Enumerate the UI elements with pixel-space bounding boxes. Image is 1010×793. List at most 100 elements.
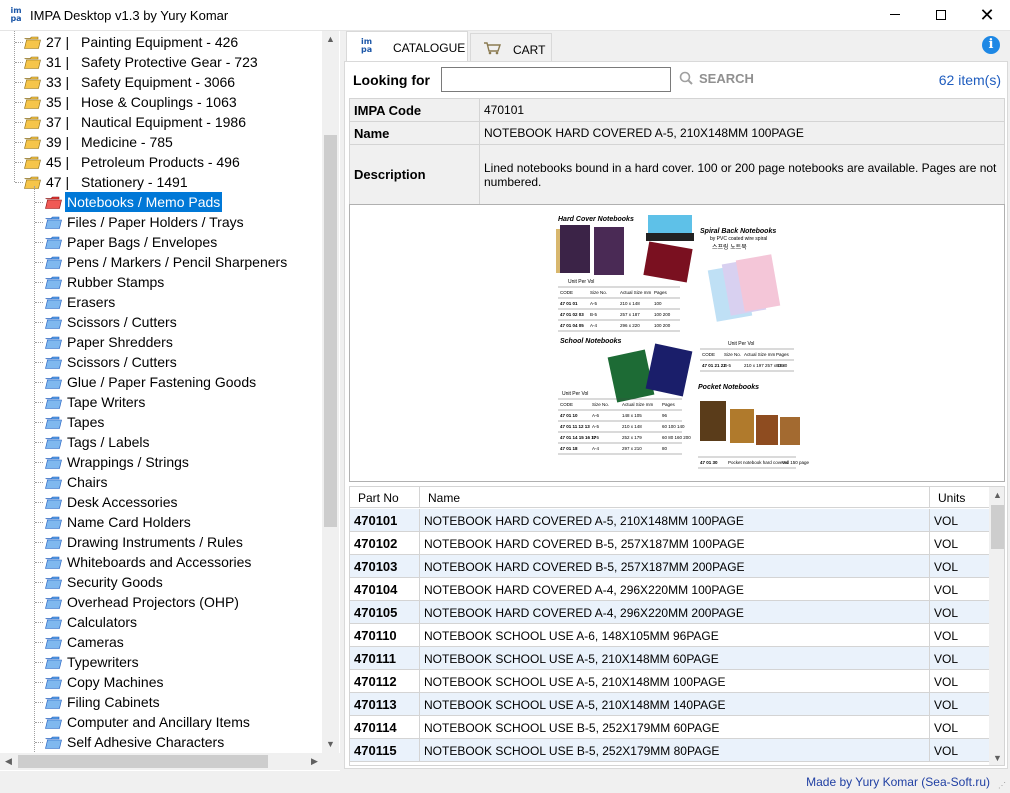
- scroll-thumb[interactable]: [991, 505, 1004, 549]
- category-tree[interactable]: 27 | Painting Equipment - 426 31 | Safety P…: [0, 31, 340, 771]
- table-row[interactable]: 470115 NOTEBOOK SCHOOL USE B-5, 252X179MM…: [350, 739, 989, 762]
- tree-node-subcategory[interactable]: Rubber Stamps: [0, 272, 320, 292]
- table-cell: 100 200: [654, 323, 671, 328]
- items-grid[interactable]: Part No Name Units 470101 NOTEBOOK HARD C…: [349, 486, 1005, 766]
- tree-node-subcategory[interactable]: Security Goods: [0, 572, 320, 592]
- scroll-right-arrow-icon[interactable]: ▶: [306, 753, 323, 770]
- tree-node-category[interactable]: 47 | Stationery - 1491: [0, 172, 320, 192]
- table-row[interactable]: 470104 NOTEBOOK HARD COVERED A-4, 296X220…: [350, 578, 989, 601]
- tree-horizontal-scrollbar[interactable]: ◀ ▶: [0, 753, 340, 770]
- tree-node-category[interactable]: 31 | Safety Protective Gear - 723: [0, 52, 320, 72]
- description-label: Description: [349, 144, 480, 205]
- part-no-cell: 470103: [354, 559, 398, 574]
- search-label: Looking for: [353, 72, 430, 88]
- tree-node-category[interactable]: 39 | Medicine - 785: [0, 132, 320, 152]
- name-cell: NOTEBOOK HARD COVERED A-5, 210X148MM 100…: [424, 514, 744, 528]
- tree-node-category[interactable]: 35 | Hose & Couplings - 1063: [0, 92, 320, 112]
- tree-node-subcategory[interactable]: Scissors / Cutters: [0, 312, 320, 332]
- tree-node-subcategory[interactable]: Computer and Ancillary Items: [0, 712, 320, 732]
- tree-vertical-scrollbar[interactable]: ▲ ▼: [322, 31, 339, 753]
- tree-node-subcategory[interactable]: Chairs: [0, 472, 320, 492]
- folder-icon: [45, 416, 62, 429]
- tree-node-subcategory[interactable]: Name Card Holders: [0, 512, 320, 532]
- tree-node-subcategory[interactable]: Drawing Instruments / Rules: [0, 532, 320, 552]
- scroll-up-arrow-icon[interactable]: ▲: [989, 487, 1004, 504]
- scroll-thumb[interactable]: [18, 755, 268, 768]
- column-header-part-no[interactable]: Part No: [358, 491, 399, 505]
- scroll-up-arrow-icon[interactable]: ▲: [322, 31, 339, 48]
- tree-node-subcategory[interactable]: Notebooks / Memo Pads: [0, 192, 320, 212]
- close-button[interactable]: ✕: [964, 0, 1010, 31]
- table-cell: 210 x 148: [620, 301, 640, 306]
- tree-node-category[interactable]: 27 | Painting Equipment - 426: [0, 32, 320, 52]
- tree-node-subcategory[interactable]: Typewriters: [0, 652, 320, 672]
- minimize-button[interactable]: [872, 0, 918, 31]
- tree-node-subcategory[interactable]: Filing Cabinets: [0, 692, 320, 712]
- tree-node-subcategory[interactable]: Cameras: [0, 632, 320, 652]
- table-row[interactable]: 470101 NOTEBOOK HARD COVERED A-5, 210X148…: [350, 509, 989, 532]
- tree-node-subcategory[interactable]: Copy Machines: [0, 672, 320, 692]
- column-separator: [929, 670, 930, 693]
- table-row[interactable]: 470105 NOTEBOOK HARD COVERED A-4, 296X220…: [350, 601, 989, 624]
- tree-node-subcategory[interactable]: Tags / Labels: [0, 432, 320, 452]
- subcategory-label: Erasers: [67, 294, 116, 310]
- tree-node-subcategory[interactable]: Glue / Paper Fastening Goods: [0, 372, 320, 392]
- table-header: Size No.: [592, 402, 609, 407]
- info-icon[interactable]: i: [982, 36, 1000, 54]
- folder-open-icon: [24, 156, 41, 169]
- tree-node-subcategory[interactable]: Whiteboards and Accessories: [0, 552, 320, 572]
- tree-node-subcategory[interactable]: Paper Shredders: [0, 332, 320, 352]
- column-separator: [419, 624, 420, 647]
- table-row[interactable]: 470111 NOTEBOOK SCHOOL USE A-5, 210X148MM…: [350, 647, 989, 670]
- table-row[interactable]: 470110 NOTEBOOK SCHOOL USE A-6, 148X105MM…: [350, 624, 989, 647]
- column-separator: [929, 532, 930, 555]
- table-cell: Pocket notebook hard covered 150 page: [728, 460, 810, 465]
- tree-node-subcategory[interactable]: Overhead Projectors (OHP): [0, 592, 320, 612]
- folder-icon: [45, 216, 62, 229]
- table-row[interactable]: 470114 NOTEBOOK SCHOOL USE B-5, 252X179MM…: [350, 716, 989, 739]
- folder-icon: [45, 376, 62, 389]
- part-no-cell: 470102: [354, 536, 398, 551]
- scroll-thumb[interactable]: [324, 135, 337, 527]
- table-row[interactable]: 470102 NOTEBOOK HARD COVERED B-5, 257X187…: [350, 532, 989, 555]
- tree-node-category[interactable]: 33 | Safety Equipment - 3066: [0, 72, 320, 92]
- credit-link[interactable]: Made by Yury Komar (Sea-Soft.ru): [806, 775, 990, 789]
- tree-node-subcategory[interactable]: Self Adhesive Characters: [0, 732, 320, 752]
- tree-node-subcategory[interactable]: Tape Writers: [0, 392, 320, 412]
- maximize-button[interactable]: [918, 0, 964, 31]
- tree-node-subcategory[interactable]: Tapes: [0, 412, 320, 432]
- tree-node-subcategory[interactable]: Scissors / Cutters: [0, 352, 320, 372]
- search-button[interactable]: SEARCH: [679, 71, 754, 86]
- table-row[interactable]: 470103 NOTEBOOK HARD COVERED B-5, 257X187…: [350, 555, 989, 578]
- table-cell: A-5: [590, 301, 598, 306]
- search-input[interactable]: [441, 67, 671, 92]
- tree-node-subcategory[interactable]: Calculators: [0, 612, 320, 632]
- table-row[interactable]: 470113 NOTEBOOK SCHOOL USE A-5, 210X148MM…: [350, 693, 989, 716]
- subcategory-label: Files / Paper Holders / Trays: [67, 214, 244, 230]
- table-header: Pages: [776, 352, 790, 357]
- tree-node-category[interactable]: 37 | Nautical Equipment - 1986: [0, 112, 320, 132]
- tree-node-subcategory[interactable]: Files / Paper Holders / Trays: [0, 212, 320, 232]
- grid-vertical-scrollbar[interactable]: ▲ ▼: [989, 487, 1004, 765]
- tree-node-category[interactable]: 45 | Petroleum Products - 496: [0, 152, 320, 172]
- tree-node-subcategory[interactable]: Pens / Markers / Pencil Sharpeners: [0, 252, 320, 272]
- part-no-cell: 470114: [354, 720, 397, 735]
- notebook-photo: [700, 401, 726, 441]
- column-header-units[interactable]: Units: [938, 491, 965, 505]
- resize-grip-icon[interactable]: ⋰: [998, 781, 1008, 791]
- tree-node-subcategory[interactable]: Desk Accessories: [0, 492, 320, 512]
- tab-cart[interactable]: CART: [470, 33, 552, 61]
- folder-icon: [45, 316, 62, 329]
- folder-open-icon: [24, 176, 41, 189]
- scroll-down-arrow-icon[interactable]: ▼: [322, 736, 339, 753]
- tree-node-subcategory[interactable]: Paper Bags / Envelopes: [0, 232, 320, 252]
- tree-node-subcategory[interactable]: Wrappings / Strings: [0, 452, 320, 472]
- tree-node-subcategory[interactable]: Erasers: [0, 292, 320, 312]
- table-cell: 80: [662, 446, 668, 451]
- column-header-name[interactable]: Name: [428, 491, 460, 505]
- tab-catalogue[interactable]: im pa CATALOGUE: [346, 31, 468, 62]
- category-label: Medicine - 785: [81, 134, 173, 150]
- scroll-down-arrow-icon[interactable]: ▼: [989, 750, 1004, 765]
- table-row[interactable]: 470112 NOTEBOOK SCHOOL USE A-5, 210X148MM…: [350, 670, 989, 693]
- scroll-left-arrow-icon[interactable]: ◀: [0, 753, 17, 770]
